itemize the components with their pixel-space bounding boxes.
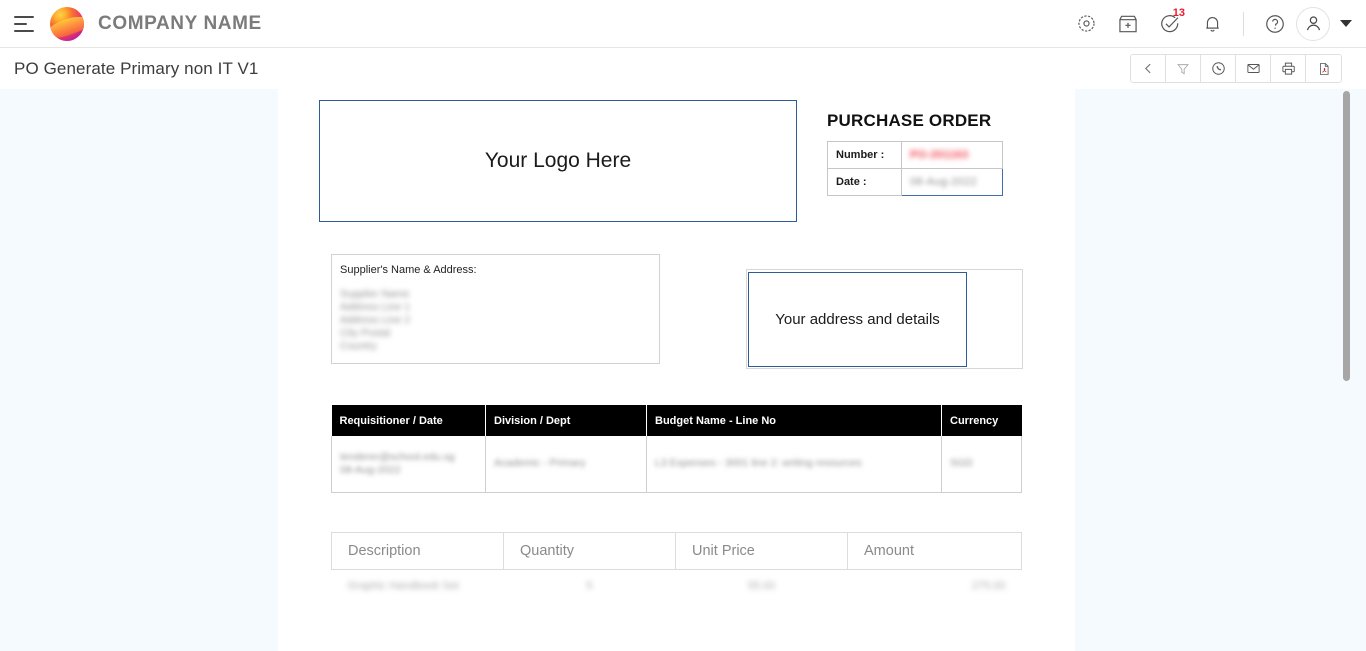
line-item-quantity: 5 <box>586 580 593 592</box>
po-number-label: Number : <box>827 141 902 169</box>
po-number-value: PO-201163 <box>910 149 969 161</box>
notification-bell-icon[interactable] <box>1191 0 1233 48</box>
requisition-cell-division: Academic - Primary <box>485 436 647 493</box>
hamburger-menu-icon[interactable] <box>14 15 36 32</box>
po-number-value-cell: PO-201163 <box>901 141 1003 169</box>
supplier-address-box: Supplier's Name & Address: Supplier Name… <box>331 254 660 364</box>
store-icon[interactable] <box>1107 0 1149 48</box>
chevron-down-icon[interactable] <box>1340 20 1352 27</box>
line-item-cell-unit-price: 55.00 <box>676 570 848 603</box>
table-row: tenderer@school.edu.sg 08-Aug-2022 Acade… <box>331 436 1022 493</box>
task-check-icon[interactable]: 13 <box>1149 0 1191 48</box>
requisition-table-header-row: Requisitioner / Date Division / Dept Bud… <box>331 405 1022 436</box>
requisition-header-requisitioner: Requisitioner / Date <box>331 405 486 436</box>
line-items-header-quantity: Quantity <box>503 532 676 570</box>
requisition-cell-currency: SGD <box>941 436 1022 493</box>
po-date-value-cell[interactable]: 08-Aug-2022 <box>901 168 1003 196</box>
header-divider <box>1243 11 1244 36</box>
table-row: Graphic Handbook Set 5 55.00 275.00 <box>332 570 1022 603</box>
line-item-amount: 275.00 <box>971 580 1006 592</box>
user-avatar-icon[interactable] <box>1296 6 1330 41</box>
document-toolbar <box>1130 54 1342 83</box>
requisition-header-division: Division / Dept <box>485 405 647 436</box>
vertical-scrollbar-thumb[interactable] <box>1343 91 1350 381</box>
division-value: Academic - Primary <box>494 457 586 470</box>
currency-value: SGD <box>950 457 973 470</box>
purchase-order-heading: PURCHASE ORDER <box>827 111 992 130</box>
supplier-address-label: Supplier's Name & Address: <box>340 264 477 276</box>
pdf-button[interactable] <box>1306 55 1341 82</box>
po-date-label: Date : <box>827 168 902 196</box>
company-address-outer-box: Your address and details <box>746 269 1023 369</box>
app-header-bar: COMPANY NAME 13 <box>0 0 1366 48</box>
print-button[interactable] <box>1271 55 1306 82</box>
company-logo-icon <box>50 6 84 41</box>
logo-placeholder-box: Your Logo Here <box>319 100 797 222</box>
requisitioner-value: tenderer@school.edu.sg 08-Aug-2022 <box>340 450 455 476</box>
help-circle-icon[interactable] <box>1254 0 1296 48</box>
requisition-header-budget: Budget Name - Line No <box>646 405 942 436</box>
budget-value: L3 Expenses - 3001 line 2: writing resou… <box>655 457 862 470</box>
requisition-table: Requisitioner / Date Division / Dept Bud… <box>331 405 1022 493</box>
po-date-row: Date : 08-Aug-2022 <box>827 168 1003 196</box>
logo-placeholder-text: Your Logo Here <box>484 149 632 172</box>
requisition-cell-budget: L3 Expenses - 3001 line 2: writing resou… <box>646 436 942 493</box>
po-number-row: Number : PO-201163 <box>827 141 1003 169</box>
line-item-cell-amount: 275.00 <box>848 570 1022 603</box>
requisition-cell-requisitioner: tenderer@school.edu.sg 08-Aug-2022 <box>331 436 486 493</box>
back-button[interactable] <box>1131 55 1166 82</box>
purchase-order-meta-table: Number : PO-201163 Date : 08-Aug-2022 <box>827 141 1003 196</box>
company-address-placeholder-text: Your address and details <box>775 310 940 328</box>
line-items-header-unit-price: Unit Price <box>675 532 848 570</box>
line-items-header-amount: Amount <box>847 532 1022 570</box>
email-button[interactable] <box>1236 55 1271 82</box>
line-item-description: Graphic Handbook Set <box>347 580 459 592</box>
company-address-placeholder-box: Your address and details <box>748 272 967 367</box>
supplier-address-value: Supplier Name Address Line 1 Address Lin… <box>340 288 411 352</box>
line-item-unit-price: 55.00 <box>747 580 776 592</box>
brand-name: COMPANY NAME <box>98 12 262 34</box>
settings-gear-icon[interactable] <box>1065 0 1107 48</box>
line-items-header-description: Description <box>331 532 504 570</box>
po-date-value: 08-Aug-2022 <box>910 176 977 188</box>
app-header-actions: 13 <box>1065 0 1366 48</box>
line-items-table: Description Quantity Unit Price Amount G… <box>331 532 1022 602</box>
task-badge-count: 13 <box>1172 6 1185 19</box>
purchase-order-document: Your Logo Here PURCHASE ORDER Number : P… <box>278 89 1075 651</box>
filter-button[interactable] <box>1166 55 1201 82</box>
whatsapp-button[interactable] <box>1201 55 1236 82</box>
line-item-cell-quantity: 5 <box>504 570 676 603</box>
line-items-header-row: Description Quantity Unit Price Amount <box>331 532 1022 570</box>
page-title: PO Generate Primary non IT V1 <box>14 58 259 78</box>
document-workspace: Your Logo Here PURCHASE ORDER Number : P… <box>0 89 1366 651</box>
line-item-cell-description: Graphic Handbook Set <box>332 570 504 603</box>
requisition-header-currency: Currency <box>941 405 1022 436</box>
